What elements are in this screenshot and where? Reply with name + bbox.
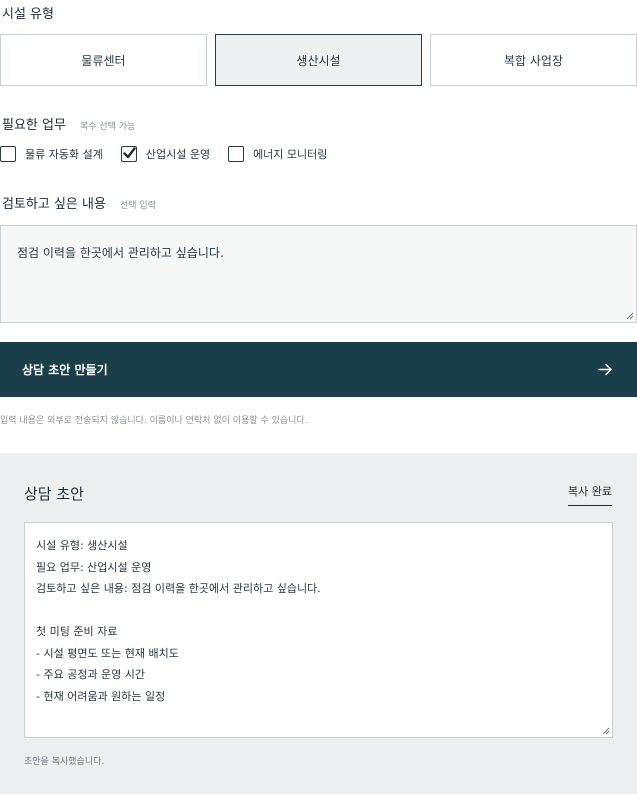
facility-type-label: 시설 유형 xyxy=(2,7,54,22)
task-checkbox-energy-monitoring[interactable]: 에너지 모니터링 xyxy=(228,146,327,162)
draft-line: - 현재 어려움과 원하는 일정 xyxy=(36,689,166,703)
checkbox-label: 물류 자동화 설계 xyxy=(25,148,103,161)
resize-grip-icon[interactable] xyxy=(602,727,610,735)
facility-option-complex[interactable]: 복합 사업장 xyxy=(430,34,637,86)
draft-line: 검토하고 싶은 내용: 점검 이력을 한곳에서 관리하고 싶습니다. xyxy=(36,582,321,595)
draft-line: - 주요 공정과 운영 시간 xyxy=(36,668,146,681)
draft-panel: 상담 초안 복사 완료 시설 유형: 생산시설 필요 업무: 산업시설 운영 검… xyxy=(0,453,637,794)
checkbox-checked[interactable] xyxy=(120,146,137,162)
checkbox-unchecked[interactable] xyxy=(0,146,16,162)
facility-option-label: 복합 사업장 xyxy=(503,53,563,68)
create-draft-button[interactable]: 상담 초안 만들기 xyxy=(0,342,637,397)
checkbox-label: 에너지 모니터링 xyxy=(253,148,328,161)
review-heading: 검토하고 싶은 내용 선택 입력 xyxy=(2,193,156,212)
checkmark-icon xyxy=(123,147,136,159)
tasks-hint: 복수 선택 가능 xyxy=(79,122,136,132)
review-hint: 선택 입력 xyxy=(119,201,156,211)
draft-line: 첫 미팅 준비 자료 xyxy=(36,625,118,638)
task-checkbox-facility-operation[interactable]: 산업시설 운영 xyxy=(120,146,211,162)
tasks-label: 필요한 업무 xyxy=(2,118,66,133)
review-textarea[interactable]: 점검 이력을 한곳에서 관리하고 싶습니다. xyxy=(0,225,637,323)
checkbox-label: 산업시설 운영 xyxy=(145,148,211,161)
tasks-heading: 필요한 업무 복수 선택 가능 xyxy=(2,114,135,133)
draft-line: 필요 업무: 산업시설 운영 xyxy=(36,560,152,574)
draft-line: - 시설 평면도 또는 현재 배치도 xyxy=(36,646,179,660)
draft-line-blank xyxy=(36,600,601,622)
draft-textarea[interactable]: 시설 유형: 생산시설 필요 업무: 산업시설 운영 검토하고 싶은 내용: 점… xyxy=(24,522,613,738)
draft-line: 시설 유형: 생산시설 xyxy=(36,539,128,552)
copy-status: 초안을 복사했습니다. xyxy=(24,757,105,767)
create-draft-label: 상담 초안 만들기 xyxy=(22,363,108,377)
arrow-right-icon xyxy=(598,363,612,376)
checkbox-unchecked[interactable] xyxy=(228,146,245,162)
facility-option-label: 물류센터 xyxy=(81,53,126,68)
facility-option-label: 생산시설 xyxy=(296,53,341,68)
review-label: 검토하고 싶은 내용 xyxy=(2,197,106,212)
review-text: 점검 이력을 한곳에서 관리하고 싶습니다. xyxy=(17,246,224,260)
copy-button[interactable]: 복사 완료 xyxy=(568,483,612,506)
privacy-notice: 입력 내용은 외부로 전송되지 않습니다. 이름이나 연락처 없이 이용할 수 … xyxy=(0,416,308,426)
facility-option-production[interactable]: 생산시설 xyxy=(215,34,422,86)
resize-grip-icon[interactable] xyxy=(626,312,634,320)
facility-option-logistics[interactable]: 물류센터 xyxy=(0,34,207,86)
draft-title: 상담 초안 xyxy=(24,485,84,503)
task-checkbox-logistics-automation[interactable]: 물류 자동화 설계 xyxy=(0,146,103,162)
task-checkbox-group: 물류 자동화 설계 산업시설 운영 에너지 모니터링 xyxy=(0,146,345,162)
